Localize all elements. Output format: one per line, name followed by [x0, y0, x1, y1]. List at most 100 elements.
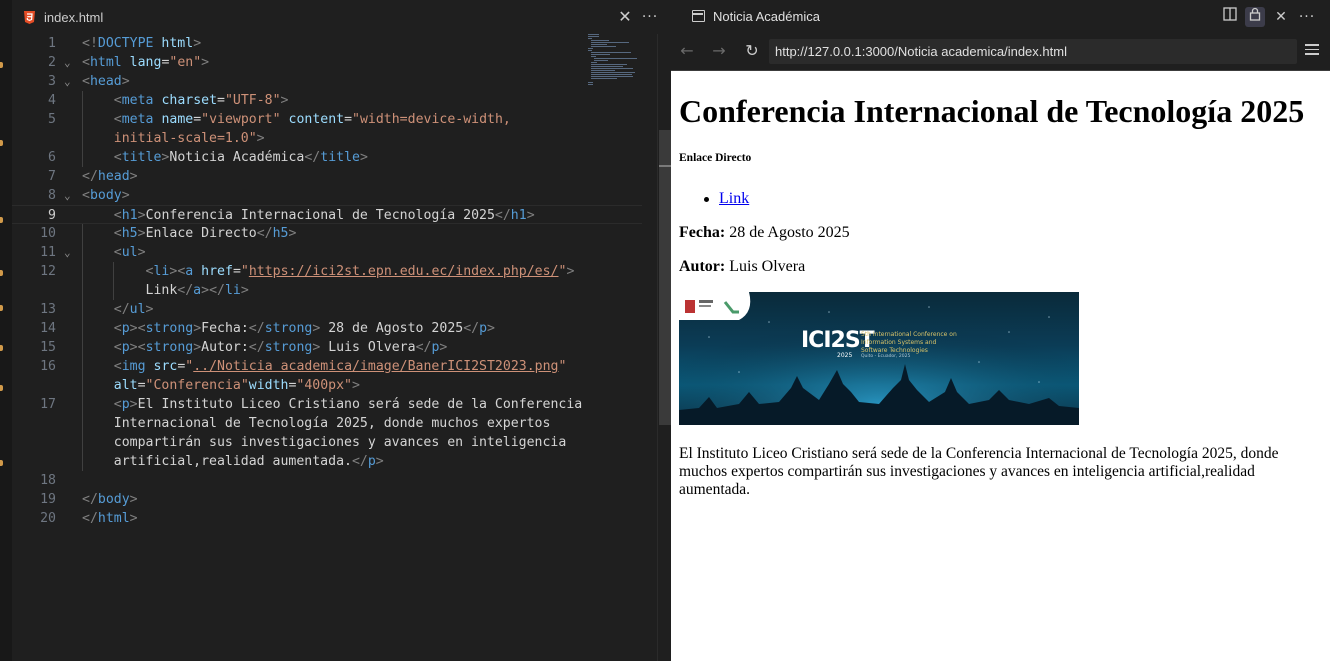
code-line[interactable]: 9 <h1>Conferencia Internacional de Tecno… [12, 205, 642, 224]
scrollbar-thumb[interactable] [659, 130, 671, 425]
code-line[interactable]: artificial,realidad aumentada.</p> [12, 452, 642, 471]
code-token: h5 [121, 226, 138, 241]
close-icon[interactable]: ✕ [615, 7, 635, 27]
code-line[interactable]: 14 <p><strong>Fecha:</strong> 28 de Agos… [12, 319, 642, 338]
date-paragraph: Fecha: 28 de Agosto 2025 [679, 224, 850, 242]
back-arrow-icon[interactable]: ← [677, 41, 697, 61]
code-token: strong [145, 340, 194, 355]
code-token: li [153, 264, 170, 279]
reload-icon[interactable]: ↻ [742, 41, 762, 61]
line-number: 6 [48, 150, 56, 165]
code-line[interactable]: 3 ⌄ <head> [12, 72, 642, 91]
url-input[interactable]: http://127.0.0.1:3000/Noticia academica/… [769, 39, 1297, 64]
fold-chevron-icon[interactable]: ⌄ [64, 243, 71, 262]
code-token: > [129, 397, 138, 412]
code-token: Link [82, 283, 178, 298]
code-line[interactable]: Internacional de Tecnología 2025, donde … [12, 414, 642, 433]
code-token: > [439, 340, 448, 355]
browser-tab-icon [692, 10, 705, 22]
list-item: Link [719, 190, 749, 208]
code-line[interactable]: 7 </head> [12, 167, 642, 186]
more-actions-icon[interactable]: ··· [640, 7, 660, 27]
code-token: > [359, 150, 368, 165]
author-value: Luis Olvera [725, 258, 806, 275]
code-token: ul [121, 245, 138, 260]
code-token: >< [169, 264, 186, 279]
conference-link[interactable]: Link [719, 190, 749, 207]
code-token: < [113, 340, 122, 355]
code-line[interactable]: initial-scale=1.0"> [12, 129, 642, 148]
code-line[interactable]: 2 ⌄ <html lang="en"> [12, 53, 642, 72]
code-text: <head> [82, 72, 130, 91]
editor-scrollbar[interactable] [657, 34, 672, 661]
code-token: > [487, 321, 495, 336]
code-editor[interactable]: index.html ✕ ··· 1 <!DOCTYPE html> 2 ⌄ <html… [0, 0, 672, 661]
code-token: ../Noticia academica/image/BanerICI2ST20… [193, 359, 559, 374]
code-token: < [82, 188, 90, 203]
code-token: a [193, 283, 202, 298]
minimap-line [590, 44, 607, 45]
code-line[interactable]: 8 ⌄ <body> [12, 186, 642, 205]
line-number: 11 [40, 245, 56, 260]
line-number: 10 [40, 226, 56, 241]
forward-arrow-icon[interactable]: → [709, 41, 729, 61]
code-text: compartirán sus investigaciones y avance… [82, 433, 567, 452]
code-token: < [113, 93, 122, 108]
code-token: src [153, 359, 178, 374]
code-token: head [89, 74, 122, 89]
code-text: </body> [82, 490, 138, 509]
code-text: <h5>Enlace Directo</h5> [82, 224, 297, 243]
date-label: Fecha: [679, 224, 726, 241]
code-line[interactable]: compartirán sus investigaciones y avance… [12, 433, 642, 452]
code-line[interactable]: 13 </ul> [12, 300, 642, 319]
list-bullet [704, 197, 709, 202]
code-token: "en" [169, 55, 202, 70]
fold-chevron-icon[interactable]: ⌄ [64, 53, 71, 72]
edge-marker [0, 140, 3, 146]
conference-banner-image: ICI2ST 2025 5th International Conference… [679, 292, 1079, 425]
code-line[interactable]: 15 <p><strong>Autor:</strong> Luis Olver… [12, 338, 642, 357]
split-editor-icon[interactable] [1220, 7, 1240, 27]
more-actions-icon[interactable]: ··· [1297, 7, 1317, 27]
code-token: </ [494, 208, 511, 223]
code-line[interactable]: 10 <h5>Enlace Directo</h5> [12, 224, 642, 243]
code-text: </ul> [82, 300, 154, 319]
code-line[interactable]: alt="Conferencia"width="400px"> [12, 376, 642, 395]
code-line[interactable]: 17 <p>El Instituto Liceo Cristiano será … [12, 395, 642, 414]
code-token: </ [304, 150, 321, 165]
simple-browser-panel: Noticia Académica ✕ ··· ← → ↻ http://127… [671, 0, 1330, 661]
code-line[interactable]: 4 <meta charset="UTF-8"> [12, 91, 642, 110]
fold-chevron-icon[interactable]: ⌄ [64, 72, 71, 91]
code-line[interactable]: 18 [12, 471, 642, 490]
minimap-line [590, 62, 598, 63]
minimap[interactable] [588, 34, 654, 94]
code-token: title [121, 150, 162, 165]
code-line[interactable]: 5 <meta name="viewport" content="width=d… [12, 110, 642, 129]
line-number: 4 [48, 93, 56, 108]
minimap-line [593, 58, 637, 59]
code-line[interactable]: 19 </body> [12, 490, 642, 509]
code-token: </ [82, 492, 98, 507]
close-icon[interactable]: ✕ [1271, 7, 1291, 27]
code-token: h1 [510, 208, 527, 223]
code-line[interactable]: 16 <img src="../Noticia academica/image/… [12, 357, 642, 376]
author-label: Autor: [679, 258, 726, 275]
code-line[interactable]: 11 ⌄ <ul> [12, 243, 642, 262]
menu-icon[interactable] [1305, 44, 1319, 58]
code-area[interactable]: 1 <!DOCTYPE html> 2 ⌄ <html lang="en"> 3 ⌄ <hea… [12, 34, 657, 661]
code-line[interactable]: 20 </html> [12, 509, 642, 528]
minimap-line [588, 82, 593, 83]
code-token: > [137, 245, 146, 260]
lock-icon[interactable] [1245, 7, 1265, 27]
code-line[interactable]: 1 <!DOCTYPE html> [12, 34, 642, 53]
code-line[interactable]: 6 <title>Noticia Académica</title> [12, 148, 642, 167]
fold-chevron-icon[interactable]: ⌄ [64, 186, 71, 205]
code-token: < [113, 245, 122, 260]
code-line[interactable]: 12 <li><a href="https://ici2st.epn.edu.e… [12, 262, 642, 281]
code-token: <! [82, 36, 98, 51]
code-line[interactable]: Link</a></li> [12, 281, 642, 300]
editor-tab-index-html[interactable]: index.html [24, 0, 103, 34]
browser-title-bar: Noticia Académica ✕ ··· [671, 0, 1330, 34]
